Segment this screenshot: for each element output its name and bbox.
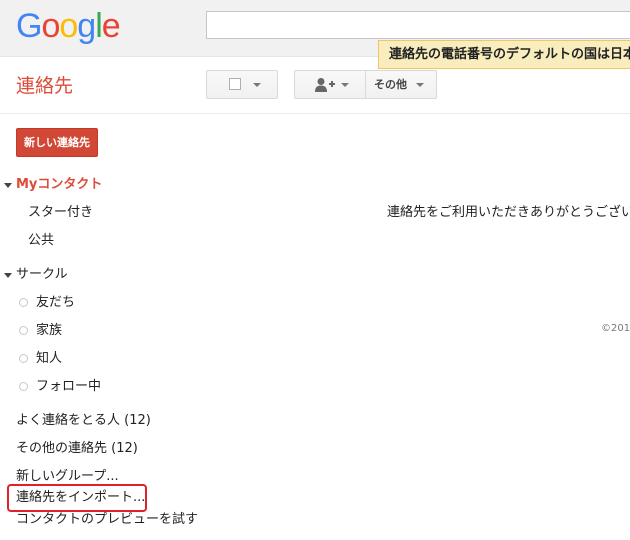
chevron-down-icon <box>416 83 424 87</box>
logo-letter: o <box>59 7 78 45</box>
chevron-down-icon <box>341 83 349 87</box>
add-person-icon <box>315 78 335 92</box>
select-dropdown-button[interactable] <box>206 70 278 99</box>
sidebar-item-preview[interactable]: コンタクトのプレビューを試す <box>16 511 198 529</box>
circle-icon <box>19 382 28 391</box>
logo-letter: o <box>41 7 60 45</box>
circle-icon <box>19 326 28 335</box>
sidebar-item-acquaintances[interactable]: 知人 <box>36 350 62 368</box>
sidebar-item-public[interactable]: 公共 <box>28 232 54 250</box>
select-checkbox[interactable] <box>229 78 241 90</box>
sidebar-item-friends[interactable]: 友だち <box>36 294 75 312</box>
chevron-down-icon <box>253 83 261 87</box>
more-button[interactable]: その他 <box>365 70 437 99</box>
copyright-text: ©2016 <box>601 323 630 334</box>
search-input[interactable] <box>206 11 630 39</box>
sidebar-item-other-contacts[interactable]: その他の連絡先 (12) <box>16 440 138 458</box>
sidebar-item-my-contacts[interactable]: Myコンタクト <box>16 176 102 194</box>
sidebar-item-circles[interactable]: サークル <box>16 266 68 284</box>
logo-letter: G <box>16 7 42 45</box>
notification-banner: 連絡先の電話番号のデフォルトの国は日本で <box>378 40 630 69</box>
sidebar-item-following[interactable]: フォロー中 <box>36 378 101 396</box>
header-divider <box>0 113 630 114</box>
logo-letter: g <box>77 7 96 45</box>
sidebar-item-family[interactable]: 家族 <box>36 322 62 340</box>
add-to-circles-button[interactable] <box>294 70 366 99</box>
new-contact-button[interactable]: 新しい連絡先 <box>16 128 98 157</box>
expand-arrow-icon[interactable] <box>4 183 12 188</box>
google-logo[interactable]: Google <box>16 7 121 45</box>
more-button-label: その他 <box>374 78 407 91</box>
logo-letter: e <box>101 7 121 45</box>
circle-icon <box>19 298 28 307</box>
sidebar-item-starred[interactable]: スター付き <box>28 204 93 222</box>
import-highlight-box <box>7 484 147 512</box>
circle-icon <box>19 354 28 363</box>
welcome-message: 連絡先をご利用いただきありがとうございます <box>387 205 630 220</box>
app-title[interactable]: 連絡先 <box>16 74 73 98</box>
expand-arrow-icon[interactable] <box>4 273 12 278</box>
sidebar-item-frequent[interactable]: よく連絡をとる人 (12) <box>16 412 151 430</box>
